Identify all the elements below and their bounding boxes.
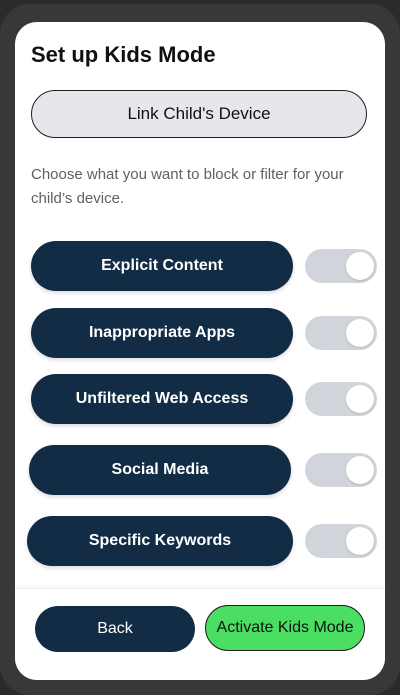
toggle-social-media[interactable] <box>305 453 377 487</box>
link-child-device-button[interactable]: Link Child's Device <box>31 90 367 138</box>
filter-row-unfiltered-web-access: Unfiltered Web Access <box>15 374 385 426</box>
filter-button-social-media[interactable]: Social Media <box>29 445 291 495</box>
filter-button-unfiltered-web-access[interactable]: Unfiltered Web Access <box>31 374 293 424</box>
toggle-unfiltered-web-access[interactable] <box>305 382 377 416</box>
kids-mode-setup-card: Set up Kids Mode Link Child's Device Cho… <box>15 22 385 680</box>
device-frame: Set up Kids Mode Link Child's Device Cho… <box>0 4 400 695</box>
toggle-inappropriate-apps[interactable] <box>305 316 377 350</box>
filter-row-explicit-content: Explicit Content <box>15 241 385 293</box>
filter-button-specific-keywords[interactable]: Specific Keywords <box>27 516 293 566</box>
activate-kids-mode-button[interactable]: Activate Kids Mode <box>205 605 365 651</box>
toggle-knob <box>346 252 374 280</box>
toggle-knob <box>346 527 374 555</box>
toggle-explicit-content[interactable] <box>305 249 377 283</box>
filter-button-inappropriate-apps[interactable]: Inappropriate Apps <box>31 308 293 358</box>
toggle-knob <box>346 385 374 413</box>
toggle-specific-keywords[interactable] <box>305 524 377 558</box>
filter-row-social-media: Social Media <box>15 445 385 497</box>
toggle-knob <box>346 319 374 347</box>
back-button[interactable]: Back <box>35 606 195 652</box>
toggle-knob <box>346 456 374 484</box>
filter-row-inappropriate-apps: Inappropriate Apps <box>15 308 385 360</box>
description-text: Choose what you want to block or filter … <box>31 166 344 207</box>
filter-button-explicit-content[interactable]: Explicit Content <box>31 241 293 291</box>
page-title: Set up Kids Mode <box>31 42 216 67</box>
footer-bar: Back Activate Kids Mode <box>15 588 385 680</box>
filter-row-specific-keywords: Specific Keywords <box>15 516 385 568</box>
